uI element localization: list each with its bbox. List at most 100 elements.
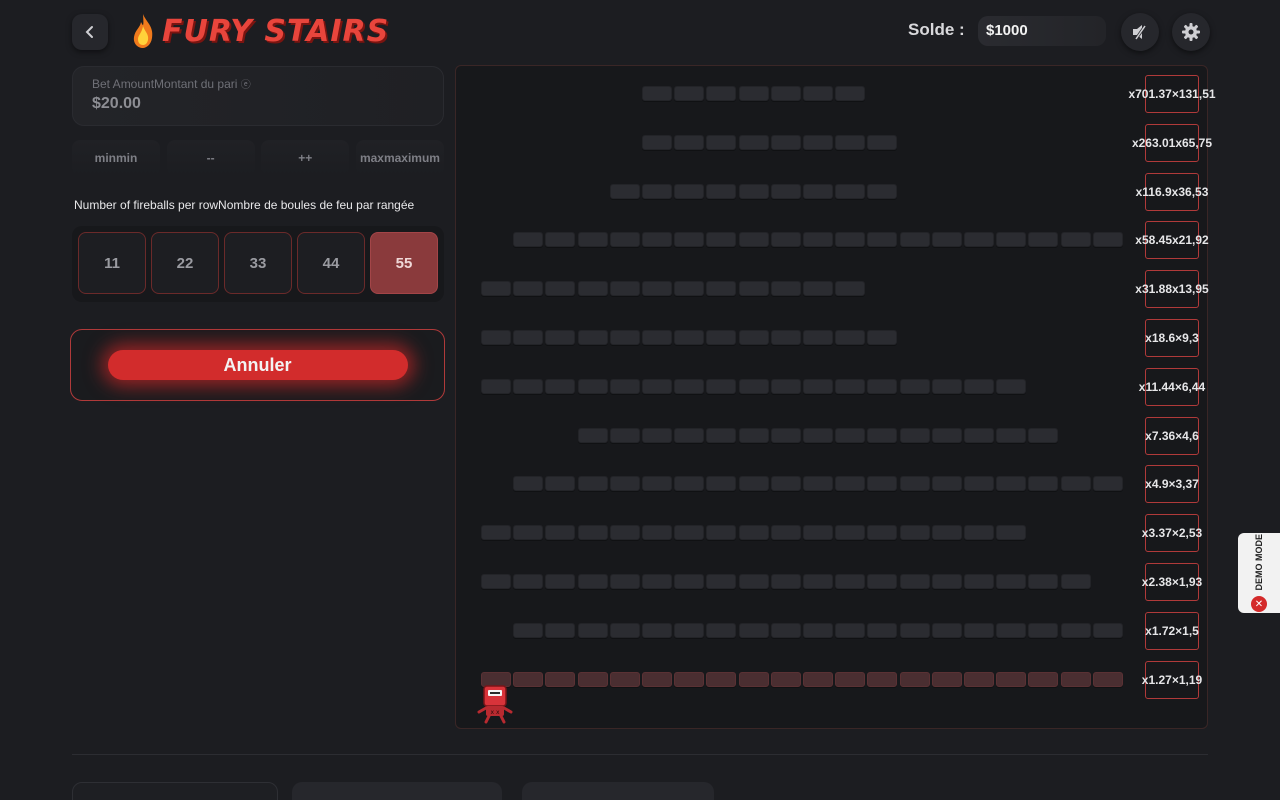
stair-step[interactable] (770, 86, 801, 101)
stair-step[interactable] (609, 378, 640, 394)
stair-step[interactable] (931, 622, 962, 638)
stair-step[interactable] (706, 671, 737, 687)
stair-step[interactable] (770, 378, 801, 394)
stair-step[interactable] (674, 330, 705, 345)
stair-step[interactable] (1028, 476, 1059, 492)
stair-step[interactable] (931, 525, 962, 541)
stair-step[interactable] (609, 476, 640, 492)
bottom-tab-1[interactable] (72, 782, 278, 800)
stair-step[interactable] (481, 330, 511, 345)
stair-step[interactable] (835, 525, 866, 541)
stair-step[interactable] (513, 525, 544, 541)
stair-step[interactable] (996, 574, 1027, 589)
stair-step[interactable] (899, 574, 930, 589)
bottom-tab-2[interactable] (292, 782, 502, 800)
stair-step[interactable] (803, 134, 833, 150)
min-button[interactable]: minmin (72, 140, 160, 176)
stair-step[interactable] (1092, 622, 1123, 638)
stair-step[interactable] (835, 330, 866, 345)
stair-step[interactable] (609, 525, 640, 541)
stair-step[interactable] (642, 378, 672, 394)
stair-step[interactable] (642, 525, 672, 541)
stair-step[interactable] (738, 476, 769, 492)
stair-step[interactable] (674, 378, 705, 394)
stair-step[interactable] (899, 525, 930, 541)
stair-step[interactable] (803, 525, 833, 541)
stair-step[interactable] (577, 671, 608, 687)
stair-step[interactable] (803, 427, 833, 443)
stair-step[interactable] (513, 330, 544, 345)
stair-step[interactable] (931, 232, 962, 248)
stair-step[interactable] (867, 378, 898, 394)
stair-step[interactable] (642, 134, 672, 150)
bet-amount-field[interactable]: Bet AmountMontant du pari ⓔ $20.00 (72, 66, 444, 126)
bottom-tab-3[interactable] (522, 782, 714, 800)
stair-step[interactable] (609, 330, 640, 345)
stair-step[interactable] (738, 86, 769, 101)
stair-step[interactable] (996, 476, 1027, 492)
stair-step[interactable] (738, 134, 769, 150)
stair-step[interactable] (609, 281, 640, 297)
stair-step[interactable] (642, 622, 672, 638)
stair-step[interactable] (835, 183, 866, 199)
stair-step[interactable] (803, 330, 833, 345)
stair-step[interactable] (1060, 476, 1091, 492)
stair-step[interactable] (996, 671, 1027, 687)
stair-step[interactable] (1028, 671, 1059, 687)
stair-step[interactable] (545, 281, 576, 297)
stair-step[interactable] (996, 427, 1027, 443)
stair-step[interactable] (835, 281, 866, 297)
stair-step[interactable] (513, 378, 544, 394)
stair-step[interactable] (964, 525, 994, 541)
stair-step[interactable] (609, 232, 640, 248)
stair-step[interactable] (931, 671, 962, 687)
stair-step[interactable] (674, 86, 705, 101)
stair-step[interactable] (803, 86, 833, 101)
stair-step[interactable] (674, 622, 705, 638)
stair-step[interactable] (706, 134, 737, 150)
stair-step[interactable] (706, 525, 737, 541)
stair-step[interactable] (706, 378, 737, 394)
fireballs-option-2[interactable]: 22 (151, 232, 219, 294)
stair-step[interactable] (899, 476, 930, 492)
stair-step[interactable] (609, 574, 640, 589)
stair-step[interactable] (835, 86, 866, 101)
stair-step[interactable] (964, 427, 994, 443)
stair-step[interactable] (803, 232, 833, 248)
stair-step[interactable] (642, 574, 672, 589)
stair-step[interactable] (996, 232, 1027, 248)
stair-step[interactable] (609, 671, 640, 687)
stair-step[interactable] (738, 427, 769, 443)
stair-step[interactable] (706, 476, 737, 492)
stair-step[interactable] (899, 232, 930, 248)
stair-step[interactable] (996, 525, 1027, 541)
fireballs-option-5[interactable]: 55 (370, 232, 438, 294)
stair-step[interactable] (545, 525, 576, 541)
stair-step[interactable] (770, 427, 801, 443)
stair-step[interactable] (481, 574, 511, 589)
stair-step[interactable] (545, 671, 576, 687)
stair-step[interactable] (577, 330, 608, 345)
stair-step[interactable] (706, 281, 737, 297)
stair-step[interactable] (996, 622, 1027, 638)
stair-step[interactable] (674, 671, 705, 687)
stair-step[interactable] (867, 330, 898, 345)
increase-button[interactable]: ++ (261, 140, 350, 176)
stair-step[interactable] (931, 574, 962, 589)
stair-step[interactable] (706, 574, 737, 589)
stair-step[interactable] (674, 574, 705, 589)
stair-step[interactable] (513, 281, 544, 297)
stair-step[interactable] (738, 281, 769, 297)
stair-step[interactable] (674, 232, 705, 248)
stair-step[interactable] (867, 232, 898, 248)
stair-step[interactable] (867, 427, 898, 443)
stair-step[interactable] (674, 476, 705, 492)
cancel-button[interactable]: Annuler (107, 350, 408, 380)
stair-step[interactable] (738, 525, 769, 541)
stair-step[interactable] (835, 232, 866, 248)
stair-step[interactable] (931, 378, 962, 394)
stair-step[interactable] (803, 183, 833, 199)
stair-step[interactable] (964, 574, 994, 589)
stair-step[interactable] (738, 671, 769, 687)
stair-step[interactable] (964, 622, 994, 638)
